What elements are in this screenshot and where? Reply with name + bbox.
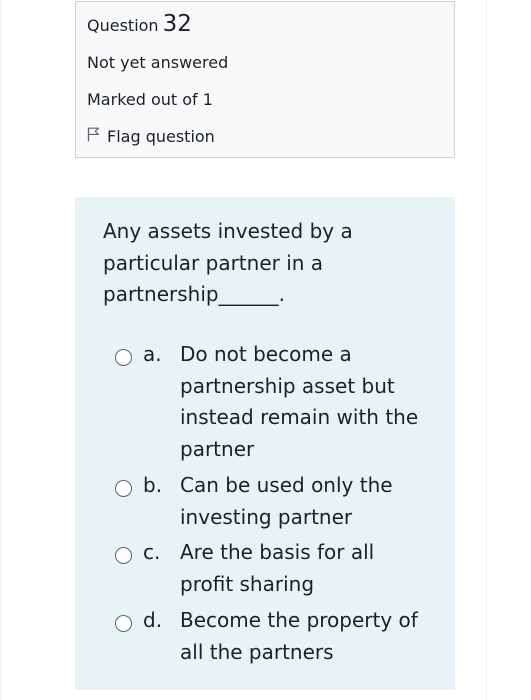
- flag-icon: [87, 127, 107, 147]
- question-number: 32: [162, 11, 192, 37]
- answer-option-d[interactable]: d. Become the property of all the partne…: [115, 605, 435, 669]
- answer-option-a[interactable]: a. Do not become a partnership asset but…: [115, 339, 435, 467]
- question-state: Not yet answered: [87, 53, 229, 72]
- answer-text-d: Become the property of all the partners: [180, 608, 418, 664]
- question-text: Any assets invested by a particular part…: [103, 219, 353, 306]
- answer-letter-a: a.: [143, 342, 162, 366]
- radio-a[interactable]: [115, 349, 132, 366]
- radio-d[interactable]: [115, 615, 132, 632]
- answer-option-b[interactable]: b. Can be used only the investing partne…: [115, 470, 435, 534]
- answer-text-c: Are the basis for all profit sharing: [180, 540, 375, 596]
- answer-letter-b: b.: [143, 473, 163, 497]
- question-info-panel: Question 32 Not yet answered Marked out o…: [75, 1, 455, 158]
- page-edge-left: [0, 0, 1, 700]
- answer-option-c[interactable]: c. Are the basis for all profit sharing: [115, 537, 435, 601]
- answer-text-a: Do not become a partnership asset but in…: [180, 342, 419, 461]
- question-title: Question 32: [87, 10, 192, 40]
- question-grade: Marked out of 1: [87, 90, 213, 109]
- question-label: Question: [87, 16, 159, 35]
- flag-question-label: Flag question: [107, 127, 215, 146]
- answer-letter-d: d.: [143, 608, 163, 632]
- radio-c[interactable]: [115, 547, 132, 564]
- radio-b[interactable]: [115, 480, 132, 497]
- page-edge-right: [486, 0, 487, 700]
- answer-letter-c: c.: [143, 540, 161, 564]
- answer-text-b: Can be used only the investing partner: [180, 473, 393, 529]
- flag-question-link[interactable]: Flag question: [87, 127, 215, 147]
- question-content: Any assets invested by a particular part…: [75, 197, 455, 690]
